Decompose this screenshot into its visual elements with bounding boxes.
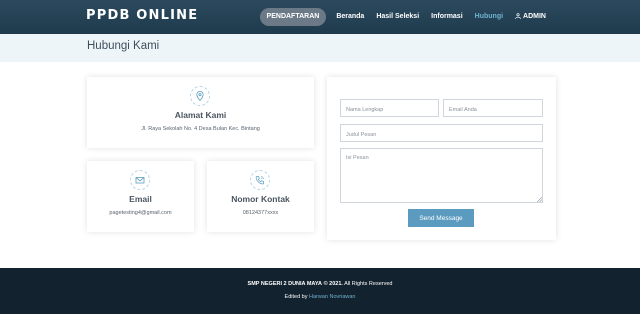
phone-title: Nomor Kontak: [231, 194, 290, 204]
footer-credit: Edited by Harwan Novriawan: [0, 294, 640, 300]
footer-school: SMP NEGERI 2 DUNIA MAYA: [247, 281, 323, 287]
nav-informasi[interactable]: Informasi: [425, 8, 469, 26]
address-card: Alamat Kami Jl. Raya Sekolah No. 4 Desa …: [87, 77, 314, 148]
page-title: Hubungi Kami: [87, 40, 160, 52]
top-navbar: PPDB ONLINE PENDAFTARAN Beranda Hasil Se…: [0, 0, 640, 34]
user-icon: [515, 13, 521, 19]
address-text: Jl. Raya Sekolah No. 4 Desa Bulan Kec. B…: [141, 126, 260, 132]
footer: [0, 268, 640, 314]
footer-copyright: SMP NEGERI 2 DUNIA MAYA © 2021. All Righ…: [0, 281, 640, 287]
footer-edited-by: Edited by: [284, 294, 308, 300]
nav-pendaftaran[interactable]: PENDAFTARAN: [259, 8, 327, 26]
phone-card: Nomor Kontak 08124377xxxx: [207, 161, 314, 232]
email-text: pagetesting4@gmail.com: [109, 210, 172, 216]
nav-beranda[interactable]: Beranda: [330, 8, 370, 26]
address-title: Alamat Kami: [174, 110, 227, 120]
main-nav: PENDAFTARAN Beranda Hasil Seleksi Inform…: [259, 8, 552, 26]
phone-text: 08124377xxxx: [242, 210, 279, 216]
footer-author-link[interactable]: Harwan Novriawan: [309, 294, 355, 300]
location-pin-icon: [190, 86, 210, 106]
message-textarea[interactable]: Isi Pesan: [340, 148, 543, 203]
nav-admin-label: ADMIN: [523, 13, 546, 20]
send-message-button[interactable]: Send Message: [408, 209, 474, 227]
textarea-resize-handle-icon[interactable]: [537, 197, 542, 202]
footer-rights: All Rights Reserved: [344, 281, 393, 287]
nav-hasil-seleksi[interactable]: Hasil Seleksi: [370, 8, 425, 26]
email-card: Email pagetesting4@gmail.com: [87, 161, 194, 232]
email-input[interactable]: Email Anda: [443, 99, 543, 117]
nav-admin[interactable]: ADMIN: [509, 8, 552, 26]
phone-icon: [250, 170, 270, 190]
envelope-icon: [130, 170, 150, 190]
nav-hubungi[interactable]: Hubungi: [469, 8, 509, 26]
email-title: Email: [129, 194, 152, 204]
brand-logo[interactable]: PPDB ONLINE: [86, 8, 198, 23]
name-input[interactable]: Nama Lengkap: [340, 99, 439, 117]
footer-copyright-year: © 2021.: [323, 281, 343, 287]
subject-input[interactable]: Judul Pesan: [340, 124, 543, 142]
